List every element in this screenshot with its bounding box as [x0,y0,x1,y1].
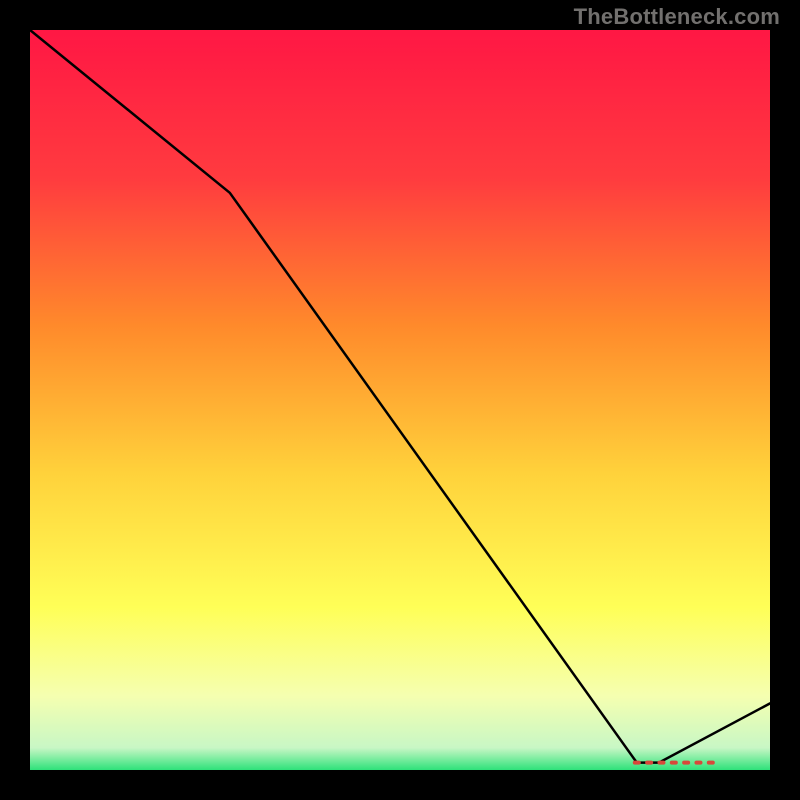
trough-marker [670,761,678,765]
trough-marker [633,761,641,765]
chart-frame: TheBottleneck.com [0,0,800,800]
chart-svg [30,30,770,770]
gradient-background [30,30,770,770]
trough-marker [694,761,702,765]
plot-area [30,30,770,770]
trough-marker [657,761,665,765]
trough-marker [645,761,653,765]
watermark-text: TheBottleneck.com [574,4,780,30]
trough-marker [707,761,715,765]
trough-marker [682,761,690,765]
